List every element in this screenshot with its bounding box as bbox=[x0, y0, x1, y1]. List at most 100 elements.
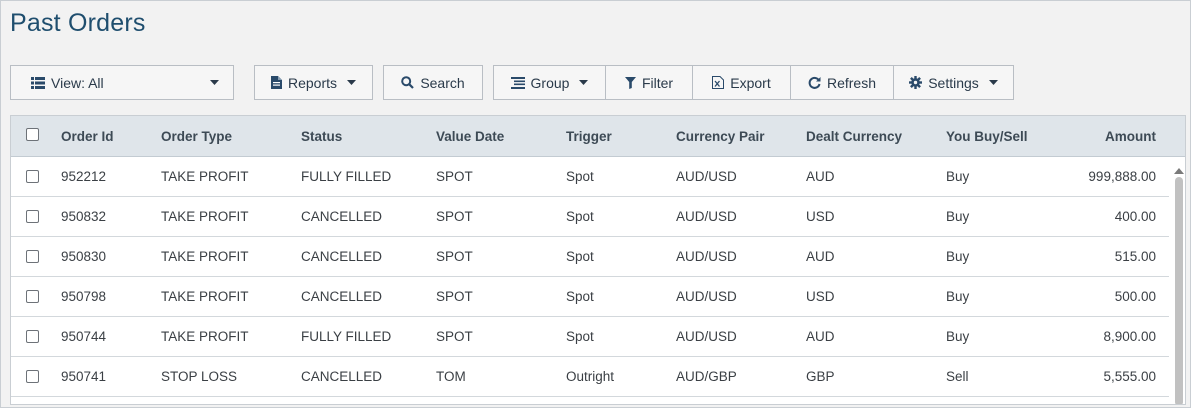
cell-amount: 999,888.00 bbox=[1088, 169, 1156, 184]
table-row[interactable]: 950830 TAKE PROFIT CANCELLED SPOT Spot AUD/US… bbox=[11, 237, 1169, 277]
settings-button-label: Settings bbox=[928, 74, 979, 91]
export-button[interactable]: Export bbox=[693, 66, 791, 99]
reports-button-label: Reports bbox=[287, 74, 338, 91]
settings-button[interactable]: Settings bbox=[894, 66, 1013, 99]
column-header-status[interactable]: Status bbox=[301, 116, 342, 157]
cell-order-type: TAKE PROFIT bbox=[161, 209, 249, 224]
cell-trigger: Spot bbox=[566, 209, 594, 224]
column-header-order-type[interactable]: Order Type bbox=[161, 116, 232, 157]
select-all-checkbox[interactable] bbox=[26, 128, 39, 141]
action-button-group: Group Filter Export Refresh Settings bbox=[493, 65, 1014, 100]
cell-currency-pair: AUD/USD bbox=[676, 329, 737, 344]
reports-button[interactable]: Reports bbox=[254, 65, 373, 100]
group-button-label: Group bbox=[530, 74, 570, 91]
page-title: Past Orders bbox=[10, 9, 146, 37]
gear-icon bbox=[909, 76, 923, 89]
caret-down-icon bbox=[210, 80, 219, 85]
table-header: Order Id Order Type Status Value Date Tr… bbox=[11, 116, 1185, 157]
group-list-icon bbox=[510, 76, 525, 89]
cell-value-date: SPOT bbox=[436, 249, 473, 264]
cell-trigger: Spot bbox=[566, 169, 594, 184]
filter-button-label: Filter bbox=[641, 74, 674, 91]
cell-order-id: 950798 bbox=[61, 289, 107, 304]
filter-button[interactable]: Filter bbox=[606, 66, 693, 99]
search-button[interactable]: Search bbox=[383, 65, 483, 100]
cell-value-date: TOM bbox=[436, 369, 466, 384]
cell-value-date: SPOT bbox=[436, 329, 473, 344]
list-icon bbox=[31, 76, 45, 89]
cell-dealt-currency: GBP bbox=[806, 369, 835, 384]
cell-amount: 5,555.00 bbox=[1103, 369, 1156, 384]
table-row[interactable]: 950741 STOP LOSS CANCELLED TOM Outright AUD/G… bbox=[11, 357, 1169, 397]
column-header-trigger[interactable]: Trigger bbox=[566, 116, 612, 157]
filter-icon bbox=[624, 76, 636, 89]
cell-status: FULLY FILLED bbox=[301, 169, 392, 184]
row-checkbox[interactable] bbox=[26, 210, 39, 223]
view-dropdown-label: View: All bbox=[51, 74, 104, 91]
column-header-order-id[interactable]: Order Id bbox=[61, 116, 114, 157]
cell-order-id: 950830 bbox=[61, 249, 107, 264]
scrollbar-thumb[interactable] bbox=[1175, 177, 1183, 404]
cell-order-type: TAKE PROFIT bbox=[161, 249, 249, 264]
document-icon bbox=[270, 76, 282, 89]
cell-order-type: TAKE PROFIT bbox=[161, 169, 249, 184]
cell-value-date: SPOT bbox=[436, 209, 473, 224]
cell-status: CANCELLED bbox=[301, 249, 383, 264]
vertical-scrollbar[interactable] bbox=[1172, 157, 1185, 404]
cell-dealt-currency: AUD bbox=[806, 169, 835, 184]
cell-buy-sell: Sell bbox=[946, 369, 969, 384]
cell-dealt-currency: AUD bbox=[806, 329, 835, 344]
table-row[interactable]: 950832 TAKE PROFIT CANCELLED SPOT Spot AUD/US… bbox=[11, 197, 1169, 237]
cell-status: FULLY FILLED bbox=[301, 329, 392, 344]
cell-order-id: 950832 bbox=[61, 209, 107, 224]
table-row[interactable]: 952212 TAKE PROFIT FULLY FILLED SPOT Spot AUD… bbox=[11, 157, 1169, 197]
column-header-amount[interactable]: Amount bbox=[1056, 116, 1156, 157]
cell-currency-pair: AUD/USD bbox=[676, 209, 737, 224]
cell-trigger: Spot bbox=[566, 329, 594, 344]
cell-trigger: Spot bbox=[566, 249, 594, 264]
cell-order-id: 950741 bbox=[61, 369, 107, 384]
row-checkbox[interactable] bbox=[26, 370, 39, 383]
cell-buy-sell: Buy bbox=[946, 329, 970, 344]
column-header-dealt-currency[interactable]: Dealt Currency bbox=[806, 116, 902, 157]
refresh-button[interactable]: Refresh bbox=[791, 66, 894, 99]
cell-order-type: TAKE PROFIT bbox=[161, 289, 249, 304]
row-checkbox[interactable] bbox=[26, 330, 39, 343]
row-checkbox[interactable] bbox=[26, 170, 39, 183]
cell-order-id: 950744 bbox=[61, 329, 107, 344]
group-button[interactable]: Group bbox=[494, 66, 606, 99]
cell-currency-pair: AUD/USD bbox=[676, 289, 737, 304]
view-dropdown[interactable]: View: All bbox=[10, 65, 234, 100]
cell-status: CANCELLED bbox=[301, 209, 383, 224]
refresh-button-label: Refresh bbox=[826, 74, 877, 91]
refresh-icon bbox=[808, 76, 821, 89]
export-button-label: Export bbox=[730, 74, 771, 91]
cell-value-date: SPOT bbox=[436, 169, 473, 184]
cell-dealt-currency: USD bbox=[806, 209, 835, 224]
page-frame: Past Orders View: All Reports Search Gro… bbox=[0, 0, 1191, 408]
cell-buy-sell: Buy bbox=[946, 289, 970, 304]
table-row[interactable]: 950744 TAKE PROFIT FULLY FILLED SPOT Spot AUD… bbox=[11, 317, 1169, 357]
cell-amount: 8,900.00 bbox=[1103, 329, 1156, 344]
cell-status: CANCELLED bbox=[301, 369, 383, 384]
table-row[interactable]: 950798 TAKE PROFIT CANCELLED SPOT Spot AUD/US… bbox=[11, 277, 1169, 317]
column-header-buy-sell[interactable]: You Buy/Sell bbox=[946, 116, 1028, 157]
cell-amount: 500.00 bbox=[1114, 289, 1156, 304]
column-header-value-date[interactable]: Value Date bbox=[436, 116, 504, 157]
cell-amount: 400.00 bbox=[1114, 209, 1156, 224]
cell-buy-sell: Buy bbox=[946, 249, 970, 264]
cell-currency-pair: AUD/USD bbox=[676, 249, 737, 264]
row-checkbox[interactable] bbox=[26, 250, 39, 263]
cell-amount: 515.00 bbox=[1114, 249, 1156, 264]
cell-order-type: STOP LOSS bbox=[161, 369, 238, 384]
cell-trigger: Outright bbox=[566, 369, 615, 384]
cell-currency-pair: AUD/USD bbox=[676, 169, 737, 184]
row-checkbox[interactable] bbox=[26, 290, 39, 303]
cell-dealt-currency: AUD bbox=[806, 249, 835, 264]
cell-value-date: SPOT bbox=[436, 289, 473, 304]
column-header-currency-pair[interactable]: Currency Pair bbox=[676, 116, 765, 157]
cell-buy-sell: Buy bbox=[946, 209, 970, 224]
orders-table: Order Id Order Type Status Value Date Tr… bbox=[10, 115, 1186, 405]
search-button-label: Search bbox=[420, 74, 465, 91]
cell-status: CANCELLED bbox=[301, 289, 383, 304]
